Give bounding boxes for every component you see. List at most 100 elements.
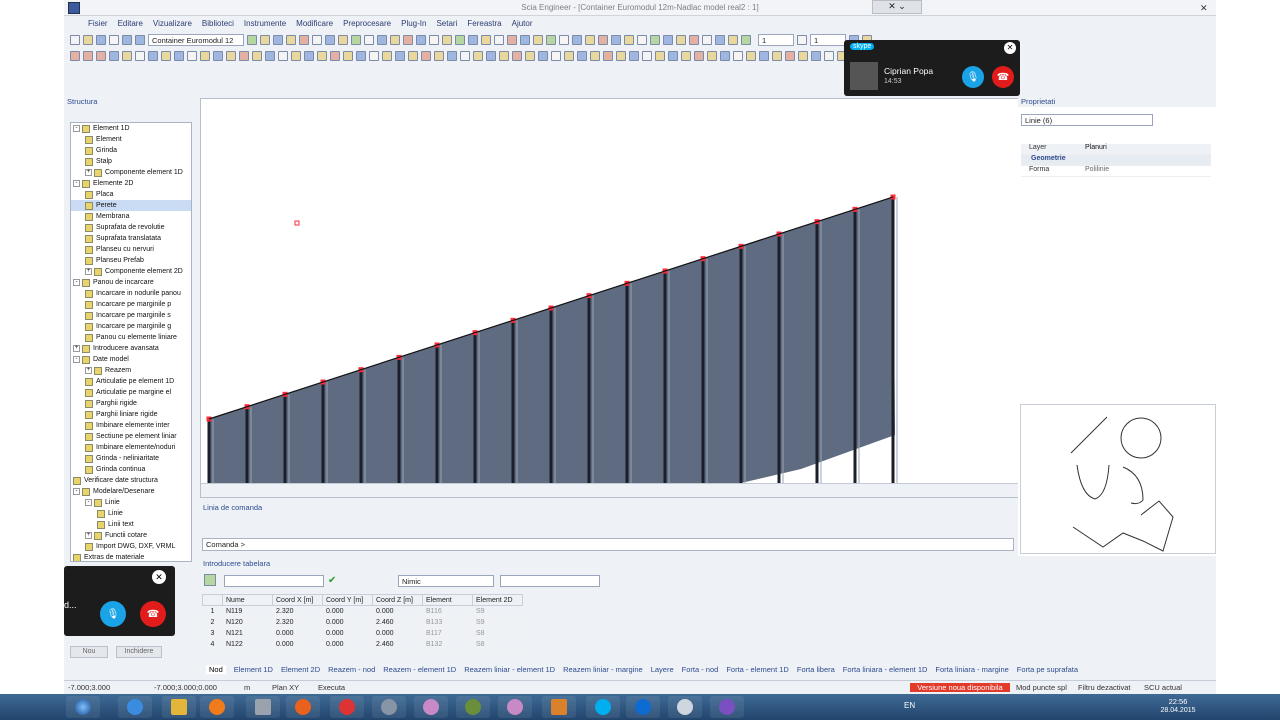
tool-icon[interactable] (564, 51, 574, 61)
ie-icon[interactable] (118, 696, 152, 718)
tree-item[interactable]: Extras de materiale (71, 552, 191, 561)
tree-item[interactable]: Suprafata de revolutie (71, 222, 191, 233)
table-cell[interactable]: 0.000 (272, 627, 323, 639)
new-button[interactable]: Nou (70, 646, 108, 658)
tree-item[interactable]: + Componente element 1D (71, 167, 191, 178)
line-icon[interactable] (70, 51, 80, 61)
tool-icon[interactable] (421, 51, 431, 61)
tool-icon[interactable] (689, 35, 699, 45)
expand-toggle-icon[interactable]: - (73, 180, 80, 187)
version-alert[interactable]: Versiune noua disponibila (910, 683, 1010, 692)
tool-icon[interactable] (746, 51, 756, 61)
menu-preprocess[interactable]: Preprocesare (343, 19, 391, 28)
table-cell[interactable]: N120 (222, 616, 273, 628)
menu-libraries[interactable]: Biblioteci (202, 19, 234, 28)
tree-item[interactable]: Planseu Prefab (71, 255, 191, 266)
open-icon[interactable] (83, 35, 93, 45)
table-cell[interactable]: B116 (422, 605, 473, 617)
tool-icon[interactable] (694, 51, 704, 61)
table-cell[interactable]: 2.320 (272, 616, 323, 628)
save-icon[interactable] (96, 35, 106, 45)
table-cell[interactable]: N122 (222, 638, 273, 650)
table-cell[interactable]: S8 (472, 638, 523, 650)
tree-item[interactable]: Grinda (71, 145, 191, 156)
table-tab[interactable]: Reazem liniar - element 1D (464, 665, 555, 674)
tree-item[interactable]: - Elemente 2D (71, 178, 191, 189)
tree-item[interactable]: Incarcare pe marginile g (71, 321, 191, 332)
filter-combo-2[interactable] (500, 575, 600, 587)
tool-icon[interactable] (312, 35, 322, 45)
tool-icon[interactable] (572, 35, 582, 45)
tree-item[interactable]: + Reazem (71, 365, 191, 376)
tool-icon[interactable] (317, 51, 327, 61)
tool-icon[interactable] (624, 35, 634, 45)
tool-icon[interactable] (533, 35, 543, 45)
tree-item[interactable]: Suprafata translatata (71, 233, 191, 244)
tool-icon[interactable] (161, 51, 171, 61)
tool-icon[interactable] (733, 51, 743, 61)
spin-field-1[interactable]: 1 (758, 34, 794, 46)
tool-icon[interactable] (728, 35, 738, 45)
tree-item[interactable]: Grinda continua (71, 464, 191, 475)
tool-icon[interactable] (512, 51, 522, 61)
tree-item[interactable]: - Panou de incarcare (71, 277, 191, 288)
tool-icon[interactable] (330, 51, 340, 61)
tool-icon[interactable] (585, 35, 595, 45)
tree-item[interactable]: Incarcare pe marginile s (71, 310, 191, 321)
tool-icon[interactable] (109, 51, 119, 61)
tool-icon[interactable] (499, 51, 509, 61)
tree-item[interactable]: - Element 1D (71, 123, 191, 134)
expand-toggle-icon[interactable]: + (85, 367, 92, 374)
redo-icon[interactable] (135, 35, 145, 45)
app-icon[interactable] (498, 696, 532, 718)
circle-icon[interactable] (83, 51, 93, 61)
check-icon[interactable]: ✔ (328, 575, 336, 586)
table-cell[interactable]: B132 (422, 638, 473, 650)
tool-icon[interactable] (442, 35, 452, 45)
tool-icon[interactable] (577, 51, 587, 61)
menu-help[interactable]: Ajutor (512, 19, 533, 28)
new-icon[interactable] (70, 35, 80, 45)
tool-icon[interactable] (377, 35, 387, 45)
tool-icon[interactable] (247, 35, 257, 45)
tree-item[interactable]: Parghii liniare rigide (71, 409, 191, 420)
tool-icon[interactable] (187, 51, 197, 61)
tool-icon[interactable] (473, 51, 483, 61)
tool-icon[interactable] (707, 51, 717, 61)
expand-toggle-icon[interactable]: + (85, 532, 92, 539)
menu-modify[interactable]: Modificare (296, 19, 333, 28)
tool-icon[interactable] (720, 51, 730, 61)
filter-combo[interactable]: Nimic (398, 575, 494, 587)
tool-icon[interactable] (265, 51, 275, 61)
tool-icon[interactable] (663, 35, 673, 45)
tree-item[interactable]: + Functii cotare (71, 530, 191, 541)
expand-toggle-icon[interactable]: - (73, 279, 80, 286)
tool-icon[interactable] (538, 51, 548, 61)
explorer-icon[interactable] (162, 696, 196, 718)
tree-item[interactable]: Planseu cu nervuri (71, 244, 191, 255)
status-filter[interactable]: Filtru dezactivat (1078, 683, 1144, 692)
tool-icon[interactable] (382, 51, 392, 61)
tree-item[interactable]: Stalp (71, 156, 191, 167)
tool-icon[interactable] (416, 35, 426, 45)
column-header[interactable]: Coord Y [m] (322, 594, 373, 606)
tree-item[interactable]: Import DWG, DXF, VRML (71, 541, 191, 552)
mute-button[interactable]: 🎙 (962, 66, 984, 88)
tree-item[interactable]: - Linie (71, 497, 191, 508)
tool-icon[interactable] (772, 51, 782, 61)
hangup-button[interactable]: ☎ (992, 66, 1014, 88)
tool-icon[interactable] (611, 35, 621, 45)
tool-icon[interactable] (403, 35, 413, 45)
firefox-icon[interactable] (286, 696, 320, 718)
expand-toggle-icon[interactable]: - (73, 488, 80, 495)
menu-plugin[interactable]: Plug-In (401, 19, 426, 28)
tree-item[interactable]: Linii text (71, 519, 191, 530)
tool-icon[interactable] (811, 51, 821, 61)
tree-item[interactable]: + Componente element 2D (71, 266, 191, 277)
start-button[interactable] (66, 696, 100, 718)
expand-toggle-icon[interactable]: + (85, 169, 92, 176)
tool-icon[interactable] (434, 51, 444, 61)
menu-window[interactable]: Fereastra (467, 19, 501, 28)
table-tab[interactable]: Reazem liniar - margine (563, 665, 643, 674)
project-combo[interactable]: Container Euromodul 12 (148, 34, 244, 46)
